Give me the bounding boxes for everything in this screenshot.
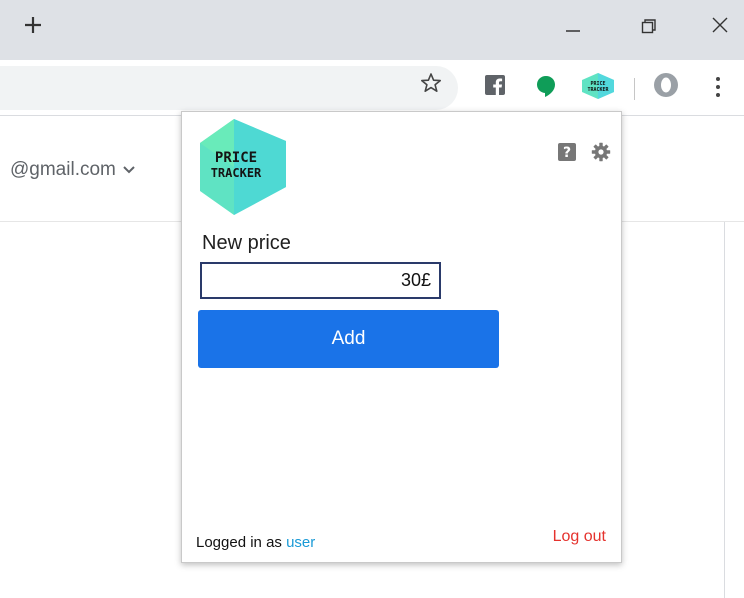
new-price-label: New price [202,232,291,254]
settings-button[interactable] [591,142,611,167]
price-input[interactable] [200,262,441,299]
chat-bubble-icon [537,76,555,97]
gear-icon [591,142,611,162]
new-tab-button[interactable] [22,14,44,36]
kebab-menu-icon [716,77,720,97]
close-icon [712,17,728,33]
bookmark-star-icon [421,73,441,92]
toolbar-divider [634,78,635,100]
hangouts-extension-button[interactable] [535,74,557,103]
close-window-button[interactable] [700,10,740,40]
minimize-icon [566,30,580,32]
restore-icon [641,19,656,34]
logo-text-price: PRICE [215,150,257,166]
username-link[interactable]: user [286,534,315,551]
bookmark-button[interactable] [417,71,445,95]
help-icon: ? [558,143,576,161]
logged-in-prefix: Logged in as [196,534,287,551]
svg-text:?: ? [563,145,571,161]
logo-text-tracker: TRACKER [211,166,262,180]
logout-link[interactable]: Log out [553,528,606,546]
restore-button[interactable] [628,10,668,40]
address-bar[interactable] [0,66,458,110]
page-divider [724,222,725,598]
price-tracker-extension-button[interactable]: PRICE TRACKER [578,72,618,105]
plus-icon [25,17,41,33]
help-button[interactable]: ? [557,142,577,167]
popup-top-icons: ? [557,142,611,167]
add-button[interactable]: Add [198,310,499,368]
facebook-icon [485,75,505,95]
price-tracker-logo: PRICE TRACKER [200,119,286,215]
browser-toolbar: PRICE TRACKER [0,60,744,116]
chevron-down-icon [123,166,135,174]
chrome-menu-button[interactable] [712,75,724,104]
facebook-extension-button[interactable] [484,74,506,101]
browser-title-bar [0,0,744,60]
account-switcher[interactable]: @gmail.com [10,159,136,181]
profile-button[interactable] [653,72,679,103]
login-status: Logged in as user [196,534,315,551]
price-tracker-popup: PRICE TRACKER ? New price 30£ Add Logged… [181,111,622,563]
price-tracker-extension-icon: PRICE TRACKER [582,73,614,99]
account-email: @gmail.com [10,159,116,180]
extension-logo-text-2: TRACKER [587,87,609,93]
minimize-button[interactable] [552,10,592,40]
profile-icon [654,73,678,97]
